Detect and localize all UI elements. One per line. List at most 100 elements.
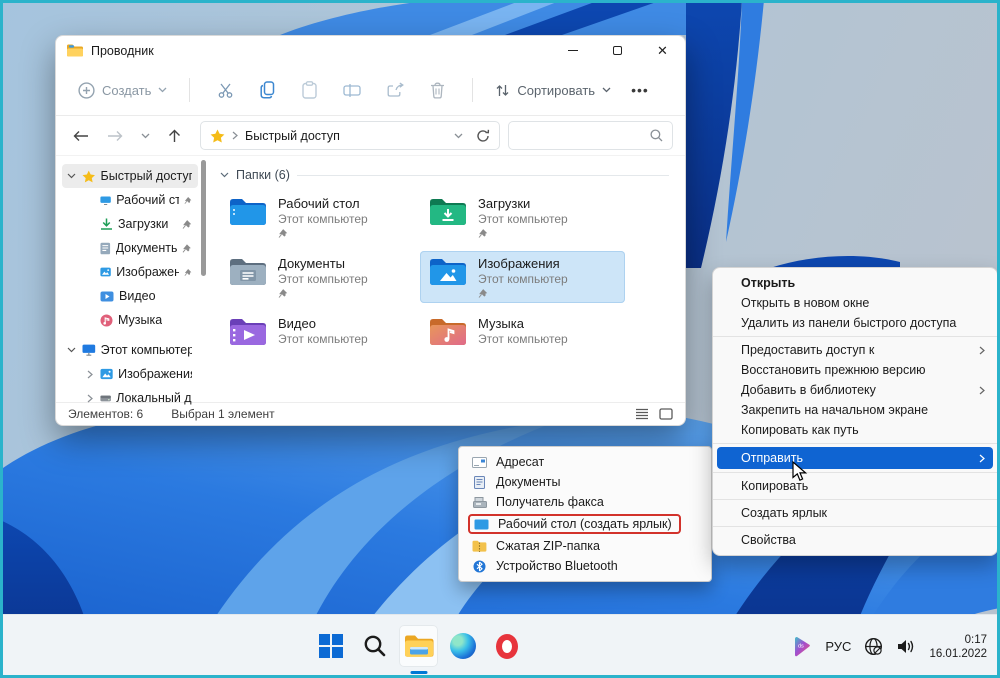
address-dropdown-icon[interactable] <box>454 133 463 139</box>
sort-icon <box>495 83 510 98</box>
folder-tile-videos[interactable]: Видео Этот компьютер <box>220 311 420 363</box>
volume-icon[interactable] <box>896 638 916 655</box>
sidebar-scrollbar[interactable] <box>201 160 206 276</box>
sidebar-item-this-pc[interactable]: Этот компьютер <box>62 338 198 362</box>
taskbar-search-button[interactable] <box>355 625 394 667</box>
pin-icon <box>184 195 192 206</box>
search-input[interactable] <box>508 121 673 150</box>
plus-circle-icon <box>78 82 95 99</box>
taskbar-edge-button[interactable] <box>443 625 482 667</box>
chevron-collapsed-icon[interactable] <box>87 394 93 403</box>
search-icon <box>650 129 663 142</box>
chevron-expanded-icon[interactable] <box>67 347 76 353</box>
delete-icon[interactable] <box>430 82 445 99</box>
sidebar-item-downloads[interactable]: Загрузки <box>80 212 198 236</box>
start-button[interactable] <box>311 625 350 667</box>
network-globe-icon[interactable] <box>864 637 883 656</box>
folder-icon <box>67 44 83 57</box>
sidebar-item-pc-pictures[interactable]: Изображения <box>80 362 198 386</box>
music-folder-icon <box>428 316 468 348</box>
large-icons-view-button[interactable] <box>659 408 673 420</box>
pin-icon <box>184 267 192 278</box>
sidebar-item-local-disk[interactable]: Локальный диск <box>80 386 198 410</box>
copy-icon[interactable] <box>260 81 276 99</box>
menu-item-copy[interactable]: Копировать <box>713 476 997 496</box>
sidebar-item-documents[interactable]: Документы <box>80 236 198 260</box>
menu-item-restore-previous[interactable]: Восстановить прежнюю версию <box>713 360 997 380</box>
chevron-down-icon <box>158 87 167 93</box>
maximize-button[interactable] <box>595 36 640 65</box>
folder-tile-music[interactable]: Музыка Этот компьютер <box>420 311 625 363</box>
back-button[interactable] <box>73 130 89 142</box>
pin-icon <box>278 228 288 239</box>
send-to-zip-folder[interactable]: Сжатая ZIP-папка <box>461 536 709 556</box>
forward-button[interactable] <box>107 130 123 142</box>
send-to-documents[interactable]: Документы <box>461 472 709 492</box>
menu-item-copy-as-path[interactable]: Копировать как путь <box>713 420 997 440</box>
pin-icon <box>478 288 488 299</box>
address-box[interactable]: Быстрый доступ <box>200 121 500 150</box>
menu-item-give-access[interactable]: Предоставить доступ к <box>713 340 997 360</box>
cut-icon[interactable] <box>217 82 234 99</box>
send-to-fax-recipient[interactable]: Получатель факса <box>461 492 709 512</box>
menu-item-open-new-window[interactable]: Открыть в новом окне <box>713 293 997 313</box>
folder-tile-documents[interactable]: Документы Этот компьютер <box>220 251 420 303</box>
navigation-pane: Быстрый доступ Рабочий стол Загрузки <box>56 156 208 402</box>
breadcrumb[interactable]: Быстрый доступ <box>245 129 340 143</box>
edge-icon <box>450 633 476 659</box>
sidebar-item-desktop[interactable]: Рабочий стол <box>80 188 198 212</box>
sidebar-item-pictures[interactable]: Изображения <box>80 260 198 284</box>
folder-view: Папки (6) Рабочий стол Этот компьюте <box>208 156 685 402</box>
folders-group-header[interactable]: Папки (6) <box>220 168 669 182</box>
search-icon <box>363 634 387 658</box>
folder-tile-desktop[interactable]: Рабочий стол Этот компьютер <box>220 191 420 243</box>
star-icon <box>82 170 96 183</box>
group-collapse-icon[interactable] <box>220 172 229 178</box>
menu-separator <box>713 526 997 527</box>
taskbar-opera-button[interactable] <box>487 625 526 667</box>
menu-item-send-to[interactable]: Отправить <box>717 447 993 469</box>
close-button[interactable]: ✕ <box>640 36 685 65</box>
chevron-expanded-icon[interactable] <box>67 173 76 179</box>
menu-item-properties[interactable]: Свойства <box>713 530 997 550</box>
taskbar: ds РУС 0:17 16.01.2022 <box>0 614 1000 678</box>
minimize-button[interactable] <box>550 36 595 65</box>
list-view-button[interactable] <box>635 408 649 420</box>
recent-locations-button[interactable] <box>141 133 150 139</box>
send-to-mail-recipient[interactable]: Адресат <box>461 452 709 472</box>
media-app-tray-icon[interactable]: ds <box>792 636 812 657</box>
send-to-desktop-shortcut[interactable]: Рабочий стол (создать ярлык) <box>461 512 709 536</box>
folder-tile-pictures[interactable]: Изображения Этот компьютер <box>420 251 625 303</box>
menu-item-include-in-library[interactable]: Добавить в библиотеку <box>713 380 997 400</box>
folder-tile-downloads[interactable]: Загрузки Этот компьютер <box>420 191 625 243</box>
pictures-folder-icon <box>428 256 468 288</box>
menu-item-open[interactable]: Открыть <box>713 273 997 293</box>
language-indicator[interactable]: РУС <box>825 639 851 654</box>
sidebar-item-quick-access[interactable]: Быстрый доступ <box>62 164 198 188</box>
more-options-button[interactable]: ••• <box>631 82 649 98</box>
chevron-collapsed-icon[interactable] <box>87 370 93 379</box>
maximize-icon <box>613 46 622 55</box>
tile-subtitle: Этот компьютер <box>478 332 568 347</box>
send-to-bluetooth-device[interactable]: Устройство Bluetooth <box>461 556 709 576</box>
sidebar-item-videos[interactable]: Видео <box>80 284 198 308</box>
menu-item-create-shortcut[interactable]: Создать ярлык <box>713 503 997 523</box>
up-button[interactable] <box>168 129 181 143</box>
system-tray: ds РУС 0:17 16.01.2022 <box>792 615 987 678</box>
share-icon[interactable] <box>387 82 404 98</box>
sort-button-label: Сортировать <box>517 83 595 98</box>
titlebar[interactable]: Проводник ✕ <box>56 36 685 65</box>
menu-item-unpin-quick-access[interactable]: Удалить из панели быстрого доступа <box>713 313 997 333</box>
sort-button[interactable]: Сортировать <box>489 74 617 106</box>
new-button[interactable]: Создать <box>72 74 173 106</box>
taskbar-explorer-button[interactable] <box>399 625 438 667</box>
refresh-button[interactable] <box>476 129 490 143</box>
downloads-folder-icon <box>428 196 468 228</box>
paste-icon[interactable] <box>302 81 317 99</box>
rename-icon[interactable] <box>343 83 361 98</box>
document-icon <box>100 242 111 255</box>
menu-item-pin-to-start[interactable]: Закрепить на начальном экране <box>713 400 997 420</box>
windows-logo-icon <box>319 634 343 658</box>
sidebar-item-music[interactable]: Музыка <box>80 308 198 332</box>
clock[interactable]: 0:17 16.01.2022 <box>929 633 987 661</box>
